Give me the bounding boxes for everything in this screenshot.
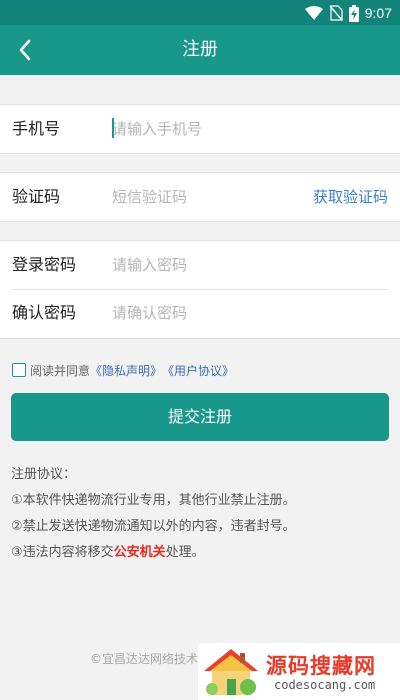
watermark: 源码搜藏网 codesocang.com <box>198 643 400 700</box>
user-agreement-link[interactable]: 《用户协议》 <box>162 362 234 379</box>
agreement-row: 阅读并同意 《隐私声明》 《用户协议》 <box>12 361 234 379</box>
watermark-text: 源码搜藏网 <box>266 654 376 678</box>
code-row: 验证码 获取验证码 <box>0 173 400 221</box>
confirm-label: 确认密码 <box>12 303 77 322</box>
code-panel: 验证码 获取验证码 <box>0 172 400 222</box>
privacy-link[interactable]: 《隐私声明》 <box>90 362 162 379</box>
password-row: 登录密码 <box>0 241 400 289</box>
submit-button[interactable]: 提交注册 <box>11 393 389 441</box>
password-panel: 登录密码 确认密码 <box>0 240 400 339</box>
terms-item-3-suffix: 处理。 <box>165 545 205 560</box>
agreement-prefix: 阅读并同意 <box>30 363 91 378</box>
no-sim-icon <box>329 5 343 21</box>
status-icons: 9:07 <box>304 3 392 23</box>
confirm-password-input[interactable] <box>112 299 302 327</box>
phone-panel: 手机号 <box>0 104 400 154</box>
get-code-button[interactable]: 获取验证码 <box>313 173 388 221</box>
code-label: 验证码 <box>12 187 61 206</box>
terms-item-3-prefix: ③违法内容将移交 <box>11 545 114 560</box>
wifi-icon <box>304 6 323 20</box>
battery-charging-icon <box>348 4 359 22</box>
status-time: 9:07 <box>364 5 392 21</box>
terms-title: 注册协议： <box>11 467 77 482</box>
terms-item-1: ①本软件快递物流行业专用，其他行业禁止注册。 <box>11 493 296 508</box>
code-input[interactable] <box>112 183 302 211</box>
page-title: 注册 <box>182 39 218 60</box>
status-bar: 9:07 <box>0 0 400 25</box>
phone-row: 手机号 <box>0 105 400 153</box>
password-input[interactable] <box>112 251 302 279</box>
agree-checkbox[interactable] <box>12 363 26 377</box>
copyright-footer: ©宜昌达达网络技术 <box>90 652 199 666</box>
terms-section: 注册协议： ①本软件快递物流行业专用，其他行业禁止注册。 ②禁止发送快递物流通知… <box>11 462 296 566</box>
house-logo-icon <box>204 649 258 695</box>
terms-item-3: ③违法内容将移交公安机关处理。 <box>11 540 296 566</box>
app-bar: 注册 <box>0 25 400 75</box>
phone-label: 手机号 <box>12 119 61 138</box>
text-cursor <box>112 118 114 138</box>
password-label: 登录密码 <box>12 255 77 274</box>
terms-highlight: 公安机关 <box>113 545 166 560</box>
phone-input[interactable] <box>112 115 302 143</box>
watermark-domain: codesocang.com <box>274 678 376 692</box>
confirm-row: 确认密码 <box>0 289 400 337</box>
terms-item-2: ②禁止发送快递物流通知以外的内容，违者封号。 <box>11 519 296 534</box>
